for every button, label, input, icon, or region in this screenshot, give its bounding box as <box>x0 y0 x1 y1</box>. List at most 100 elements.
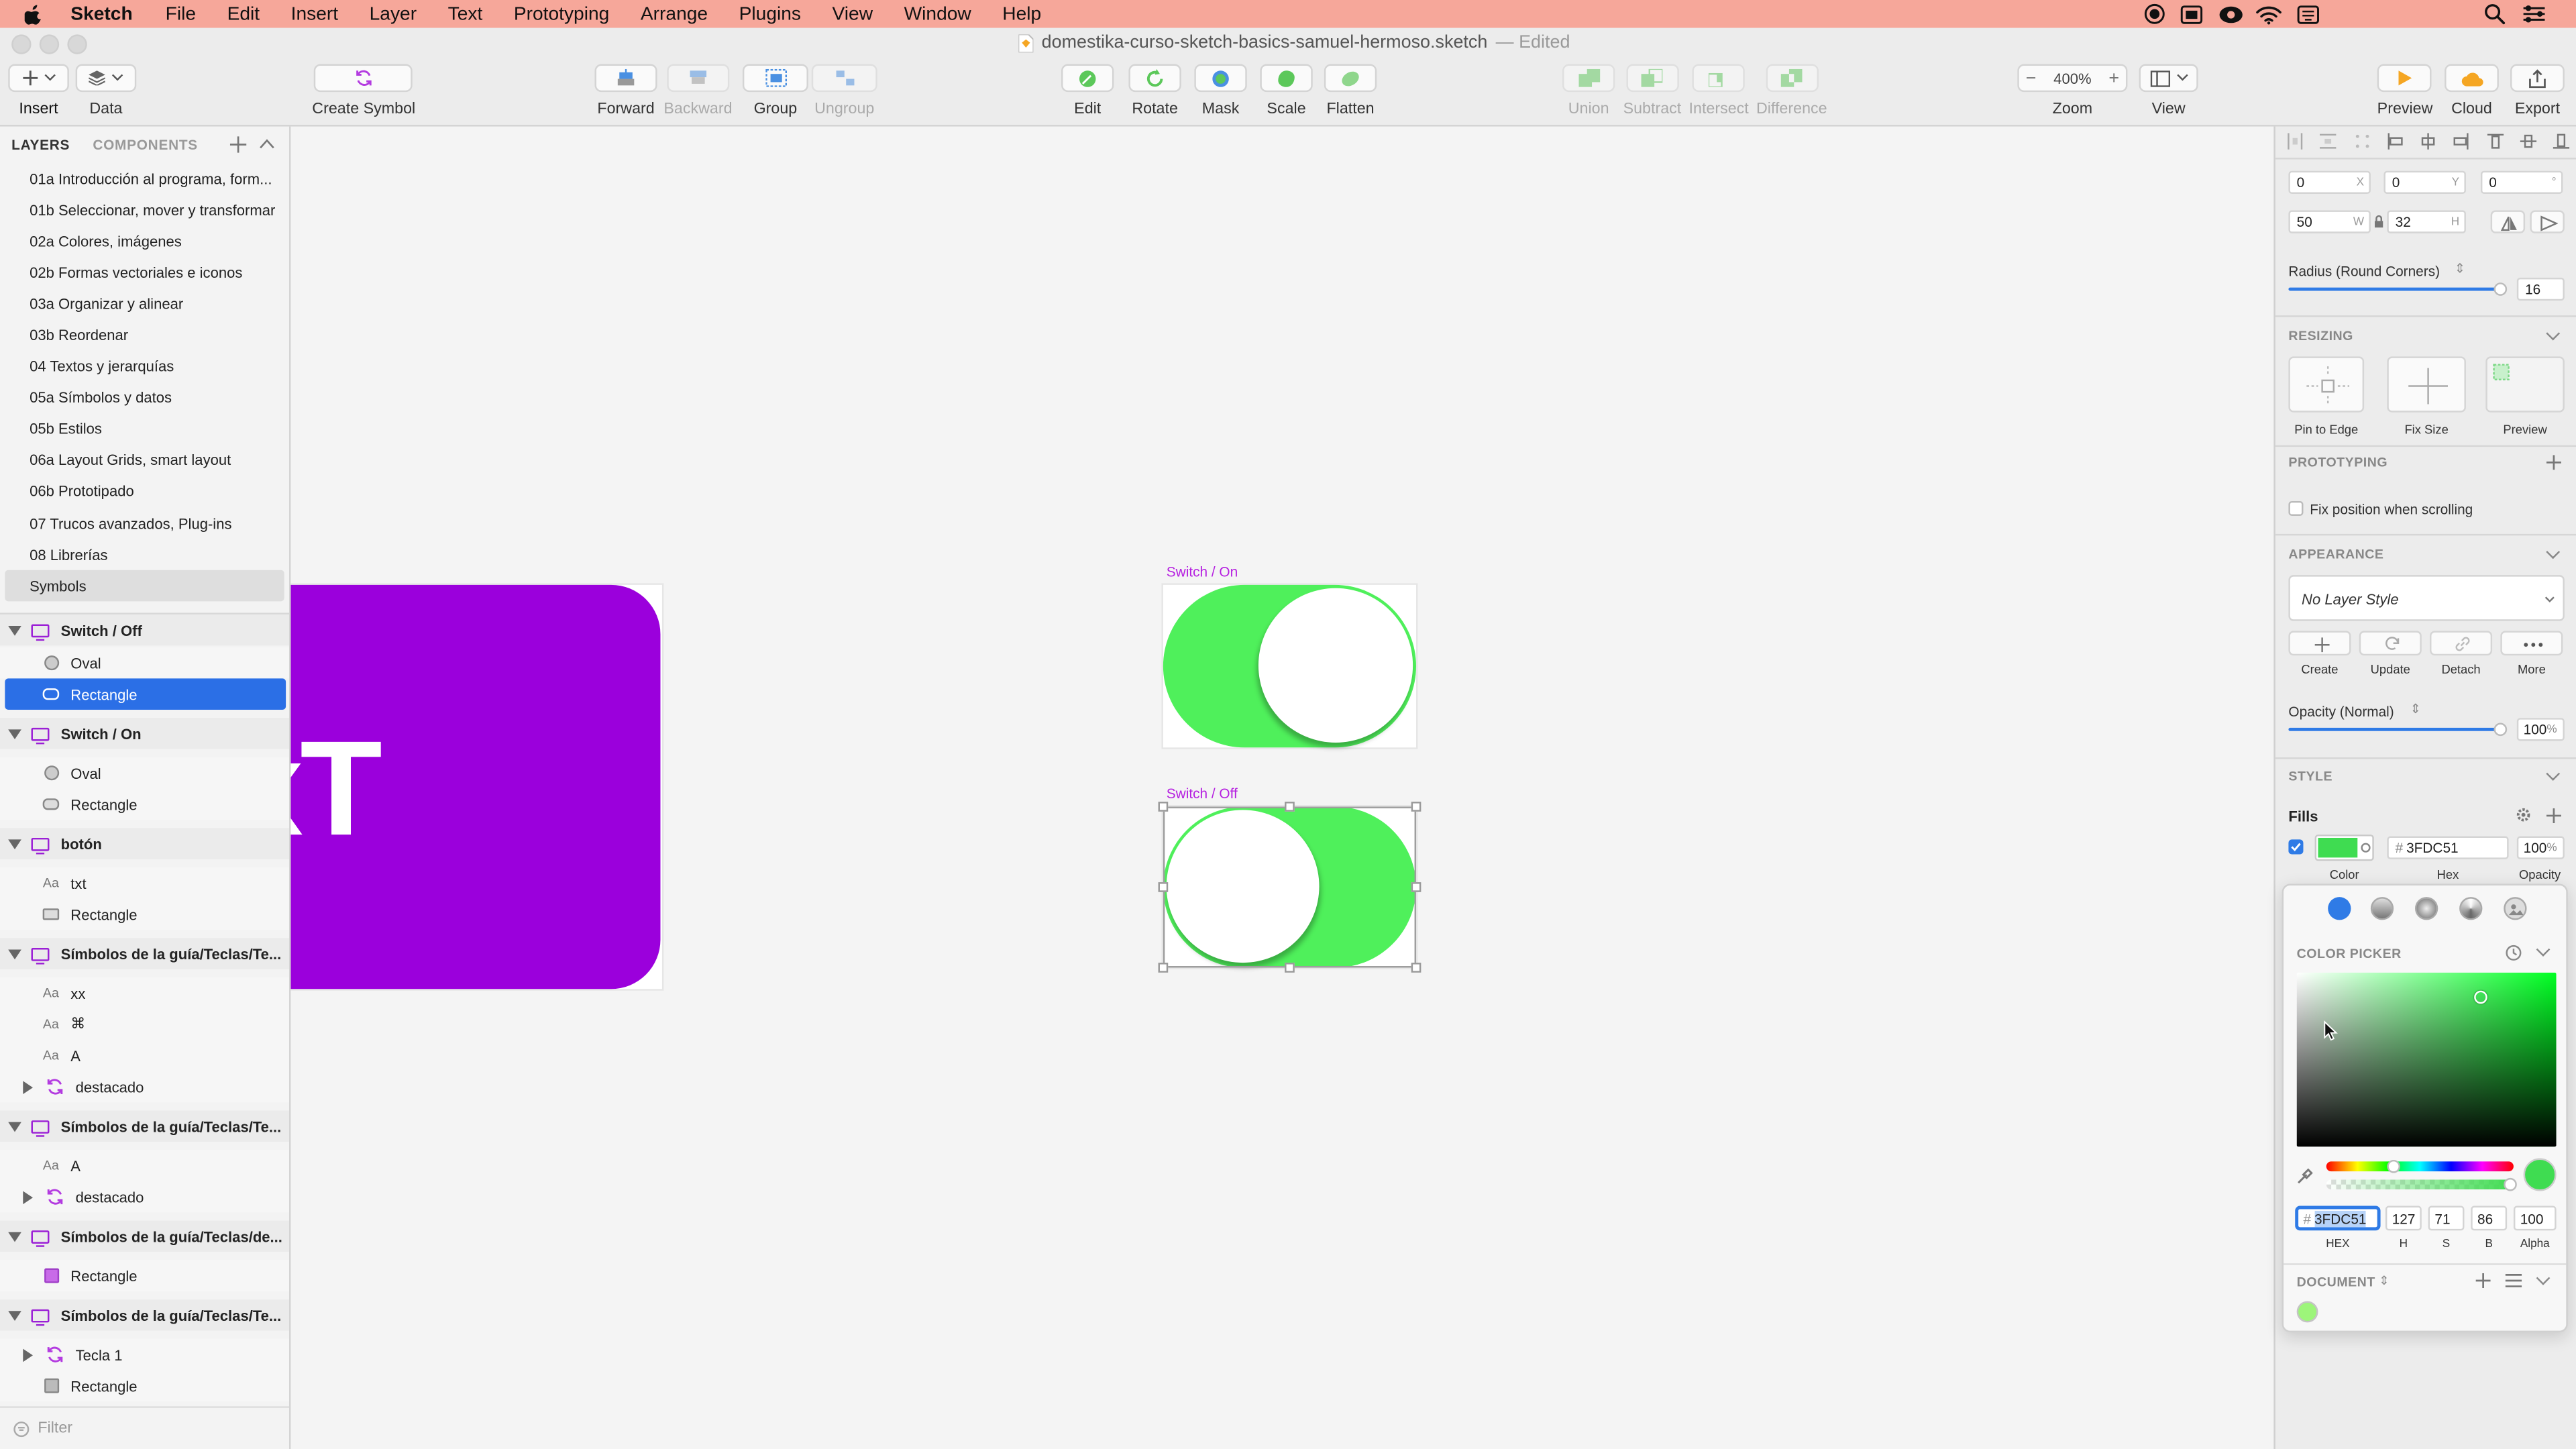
switch-off-artboard[interactable] <box>1158 802 1421 973</box>
layer-row[interactable]: Rectangle <box>0 788 290 820</box>
create-style-button[interactable] <box>2288 631 2351 656</box>
fix-size-control[interactable] <box>2387 356 2466 413</box>
disclosure-closed-icon[interactable] <box>23 1190 33 1203</box>
y-position-field[interactable]: 0Y <box>2383 170 2466 194</box>
rotate-tool[interactable]: Rotate <box>1128 64 1181 118</box>
layer-row[interactable]: Aa A <box>0 1150 290 1181</box>
disclosure-open-icon[interactable] <box>8 949 21 959</box>
page-item[interactable]: 08 Librerías <box>0 539 289 571</box>
alpha-input-field[interactable]: 100 <box>2513 1205 2557 1231</box>
filter-input[interactable]: Filter <box>38 1419 72 1438</box>
union-button[interactable] <box>1562 64 1615 93</box>
fill-color-well[interactable] <box>2314 835 2374 861</box>
group-button[interactable] <box>742 64 808 93</box>
layer-row[interactable]: Aa xx <box>0 977 290 1009</box>
opacity-field[interactable]: 100% <box>2516 718 2565 741</box>
menu-prototyping[interactable]: Prototyping <box>514 4 610 23</box>
radius-slider-track[interactable] <box>2288 287 2502 291</box>
menu-app-name[interactable]: Sketch <box>70 4 132 23</box>
edit-tool[interactable]: Edit <box>1061 64 1114 118</box>
layer-row[interactable]: destacado <box>0 1071 290 1103</box>
x-position-field[interactable]: 0X <box>2288 170 2371 194</box>
chevron-down-icon[interactable] <box>2546 767 2561 781</box>
layer-row[interactable]: Aa ⌘ <box>0 1008 290 1040</box>
minimize-window-button[interactable] <box>39 34 60 54</box>
fill-options-gear-icon[interactable] <box>2515 806 2531 822</box>
preview-tool[interactable]: Preview <box>2377 64 2432 118</box>
flatten-button[interactable] <box>1324 64 1377 93</box>
backward-tool[interactable]: Backward <box>663 64 733 118</box>
layer-row[interactable]: Aa A <box>0 1040 290 1071</box>
lock-proportions-icon[interactable] <box>2374 215 2384 229</box>
edit-button[interactable] <box>1061 64 1114 93</box>
flip-horizontal-button[interactable] <box>2490 210 2526 233</box>
scale-button[interactable] <box>1260 64 1313 93</box>
alpha-slider[interactable] <box>2326 1179 2514 1190</box>
mask-button[interactable] <box>1194 64 1247 93</box>
layer-group-row[interactable]: Símbolos de la guía/Teclas/Te... <box>0 938 290 969</box>
fill-hex-field[interactable]: #3FDC51 <box>2387 836 2509 859</box>
page-item[interactable]: 01b Seleccionar, mover y transformar <box>0 194 289 225</box>
hue-slider-knob[interactable] <box>2387 1159 2400 1173</box>
solid-fill-type-button[interactable] <box>2328 897 2351 920</box>
align-bottom-icon[interactable] <box>2553 133 2570 149</box>
flatten-tool[interactable]: Flatten <box>1324 64 1377 118</box>
layer-row[interactable]: Aa txt <box>0 867 290 899</box>
add-page-icon[interactable] <box>229 136 247 153</box>
disclosure-closed-icon[interactable] <box>23 1348 33 1361</box>
artboard-label-switch-on[interactable]: Switch / On <box>1167 564 1238 580</box>
detach-style-button[interactable] <box>2430 631 2493 656</box>
resize-handle[interactable] <box>1411 882 1421 892</box>
layer-row[interactable]: Tecla 1 <box>0 1338 290 1371</box>
align-center-horizontal-icon[interactable] <box>2420 133 2436 150</box>
menu-file[interactable]: File <box>166 4 196 23</box>
width-field[interactable]: 50 W <box>2288 210 2371 233</box>
resize-handle[interactable] <box>1158 802 1169 812</box>
document-source-stepper-icon[interactable]: ⇕ <box>2379 1273 2389 1288</box>
hex-input-field[interactable]: # 3FDC51 <box>2295 1205 2381 1231</box>
menu-insert[interactable]: Insert <box>291 4 338 23</box>
boton-background-rectangle[interactable]: xT <box>290 584 661 989</box>
radius-type-stepper-icon[interactable]: ⇕ <box>2455 261 2465 276</box>
zoom-window-button[interactable] <box>67 34 87 54</box>
create-symbol-button[interactable] <box>314 64 413 93</box>
mask-tool[interactable]: Mask <box>1194 64 1247 118</box>
tab-layers[interactable]: LAYERS <box>11 136 70 152</box>
eyedropper-icon[interactable] <box>2295 1167 2314 1186</box>
page-item[interactable]: 07 Trucos avanzados, Plug-ins <box>0 508 289 539</box>
boton-text-layer[interactable]: xT <box>290 713 382 867</box>
resize-handle[interactable] <box>1285 802 1295 812</box>
layer-filter-bar[interactable]: Filter <box>0 1406 290 1449</box>
chevron-down-icon[interactable] <box>2536 1271 2551 1285</box>
chevron-down-icon[interactable] <box>2536 943 2551 957</box>
backward-button[interactable] <box>666 64 730 93</box>
create-symbol-tool[interactable]: Create Symbol <box>312 64 415 118</box>
hue-slider[interactable] <box>2326 1161 2514 1172</box>
insert-button[interactable] <box>8 64 69 93</box>
menu-text[interactable]: Text <box>448 4 483 23</box>
page-item[interactable]: 06a Layout Grids, smart layout <box>0 445 289 476</box>
add-prototyping-icon[interactable] <box>2546 455 2561 470</box>
color-field-marker[interactable] <box>2474 990 2487 1004</box>
blend-mode-stepper-icon[interactable]: ⇕ <box>2410 702 2421 716</box>
pattern-fill-type-button[interactable] <box>2504 897 2527 920</box>
disclosure-open-icon[interactable] <box>8 625 21 635</box>
export-button[interactable] <box>2510 64 2565 93</box>
document-color-swatch[interactable] <box>2296 1301 2318 1323</box>
layer-row[interactable]: Rectangle <box>0 1370 290 1401</box>
spotlight-search-icon[interactable] <box>2484 3 2506 25</box>
add-fill-icon[interactable] <box>2546 808 2561 823</box>
page-item[interactable]: 01a Introducción al programa, form... <box>0 162 289 194</box>
height-field[interactable]: 32 H <box>2387 210 2466 233</box>
ungroup-button[interactable] <box>811 64 877 93</box>
layer-row[interactable]: Rectangle <box>0 898 290 930</box>
hue-input-field[interactable]: 127 <box>2385 1205 2422 1231</box>
fill-opacity-field[interactable]: 100% <box>2516 836 2565 859</box>
layer-row[interactable]: Oval <box>0 647 290 679</box>
linear-gradient-type-button[interactable] <box>2370 897 2394 920</box>
angular-gradient-type-button[interactable] <box>2459 897 2483 920</box>
data-button[interactable] <box>75 64 137 93</box>
layer-group-row[interactable]: Símbolos de la guía/Teclas/Te... <box>0 1299 290 1331</box>
page-item[interactable]: 02a Colores, imágenes <box>0 225 289 257</box>
artboard-label-switch-off[interactable]: Switch / Off <box>1167 786 1238 802</box>
